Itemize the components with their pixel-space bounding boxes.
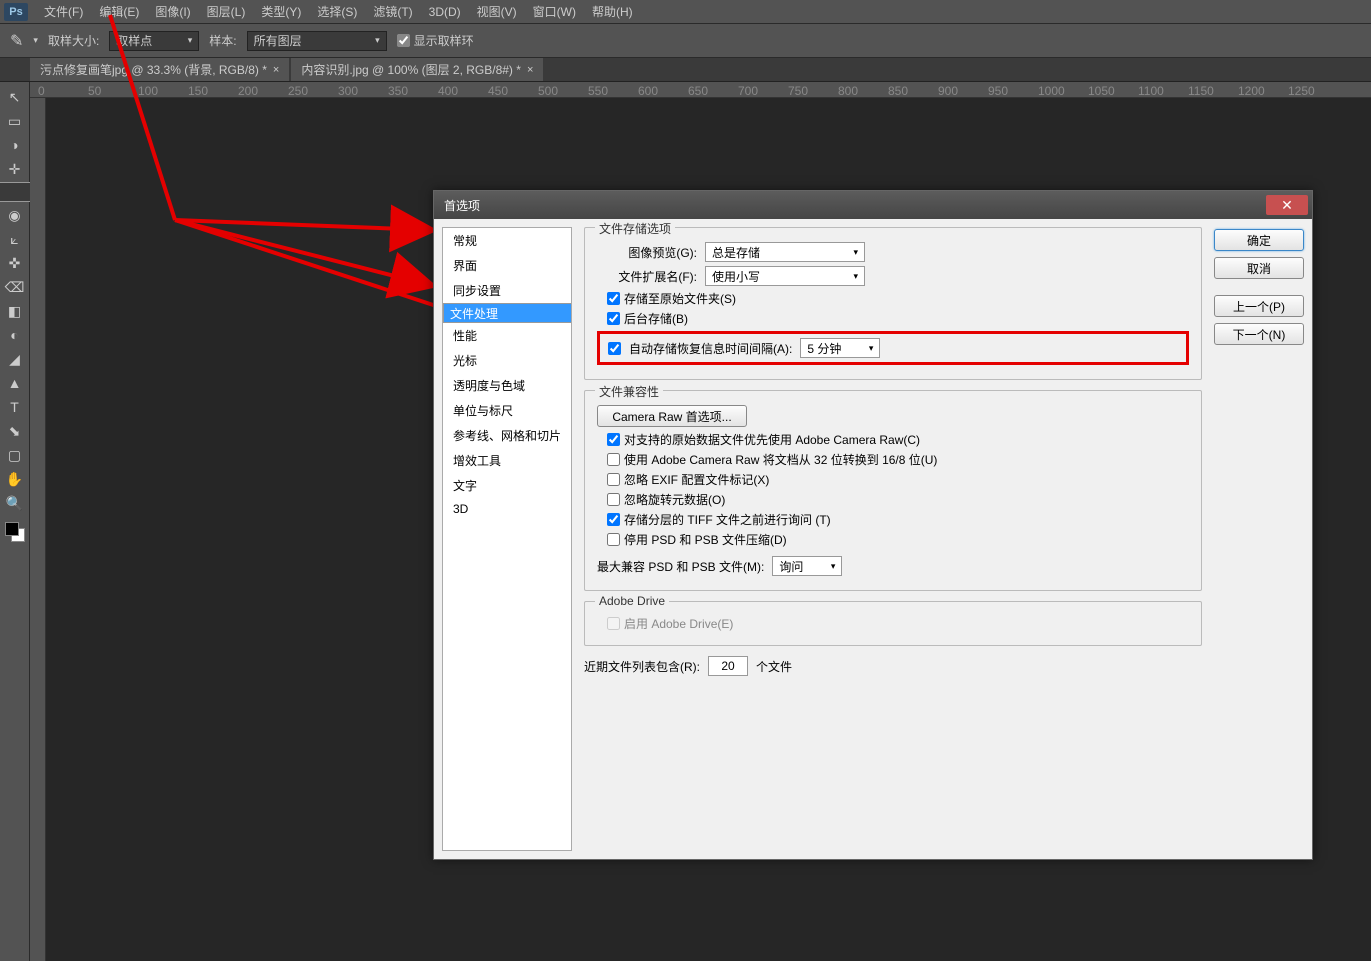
- cancel-button[interactable]: 取消: [1214, 257, 1304, 279]
- menu-view[interactable]: 视图(V): [469, 3, 525, 20]
- tool-lasso[interactable]: ◑: [3, 134, 27, 156]
- ignore-exif-checkbox[interactable]: 忽略 EXIF 配置文件标记(X): [607, 471, 1189, 488]
- image-preview-select[interactable]: 总是存储▾: [705, 242, 865, 262]
- file-ext-select[interactable]: 使用小写▾: [705, 266, 865, 286]
- close-icon[interactable]: ×: [273, 64, 279, 76]
- max-compat-select[interactable]: 询问▾: [772, 556, 842, 576]
- menu-file[interactable]: 文件(F): [36, 3, 91, 20]
- sidebar-item-performance[interactable]: 性能: [443, 323, 571, 348]
- ruler-vertical: [30, 98, 46, 961]
- sidebar-item-3d[interactable]: 3D: [443, 498, 571, 520]
- ignore-rotate-checkbox[interactable]: 忽略旋转元数据(O): [607, 491, 1189, 508]
- tool-crop[interactable]: ◉: [3, 204, 27, 226]
- sample-size-label: 取样大小:: [48, 32, 99, 49]
- max-compat-label: 最大兼容 PSD 和 PSB 文件(M):: [597, 558, 764, 575]
- disable-psd-checkbox[interactable]: 停用 PSD 和 PSB 文件压缩(D): [607, 531, 1189, 548]
- recent-files-input[interactable]: [708, 656, 748, 676]
- menu-layer[interactable]: 图层(L): [199, 3, 254, 20]
- menu-filter[interactable]: 滤镜(T): [365, 3, 420, 20]
- tool-eraser[interactable]: ⌫: [3, 276, 27, 298]
- show-ring-checkbox[interactable]: 显示取样环: [397, 32, 474, 49]
- tool-path[interactable]: ⬊: [3, 420, 27, 442]
- auto-save-label: 自动存储恢复信息时间间隔(A):: [629, 340, 792, 357]
- file-ext-label: 文件扩展名(F):: [597, 268, 697, 285]
- sample-select[interactable]: 所有图层▾: [247, 31, 387, 51]
- toolbox: ↖ ▭ ◑ ✛ ✎ ◉ ⟀ ✜ ⌫ ◧ ◐ ◢ ▲ T ⬊ ▢ ✋ 🔍: [0, 82, 30, 961]
- sidebar-item-transparency[interactable]: 透明度与色域: [443, 373, 571, 398]
- menu-window[interactable]: 窗口(W): [525, 3, 584, 20]
- tool-hand[interactable]: ✋: [3, 468, 27, 490]
- group-title: 文件存储选项: [595, 220, 675, 237]
- next-button[interactable]: 下一个(N): [1214, 323, 1304, 345]
- ask-tiff-checkbox[interactable]: 存储分层的 TIFF 文件之前进行询问 (T): [607, 511, 1189, 528]
- sidebar-item-sync[interactable]: 同步设置: [443, 278, 571, 303]
- menu-image[interactable]: 图像(I): [147, 3, 198, 20]
- tool-marquee[interactable]: ▭: [3, 110, 27, 132]
- tool-text[interactable]: T: [3, 396, 27, 418]
- document-tabs: 污点修复画笔jpg @ 33.3% (背景, RGB/8) *× 内容识别.jp…: [0, 58, 1371, 82]
- bg-save-checkbox[interactable]: 后台存储(B): [607, 310, 1189, 327]
- tool-dodge[interactable]: ◢: [3, 348, 27, 370]
- tool-stamp[interactable]: ✜: [3, 252, 27, 274]
- color-swatch[interactable]: [5, 522, 25, 542]
- sidebar-item-units[interactable]: 单位与标尺: [443, 398, 571, 423]
- ruler-horizontal: 0 50 100 150 200 250 300 350 400 450 500…: [30, 82, 1371, 98]
- prefs-sidebar: 常规 界面 同步设置 文件处理 性能 光标 透明度与色域 单位与标尺 参考线、网…: [442, 227, 572, 851]
- recent-files-label: 近期文件列表包含(R):: [584, 658, 700, 675]
- dialog-title: 首选项: [444, 197, 480, 214]
- dialog-titlebar[interactable]: 首选项 ✕: [434, 191, 1312, 219]
- group-file-save: 文件存储选项 图像预览(G): 总是存储▾ 文件扩展名(F): 使用小写▾ 存储…: [584, 227, 1202, 380]
- tool-zoom[interactable]: 🔍: [3, 492, 27, 514]
- sample-size-select[interactable]: 取样点▾: [109, 31, 199, 51]
- sidebar-item-interface[interactable]: 界面: [443, 253, 571, 278]
- app-logo: Ps: [4, 3, 28, 21]
- sidebar-item-text[interactable]: 文字: [443, 473, 571, 498]
- menu-type[interactable]: 类型(Y): [253, 3, 309, 20]
- sample-label: 样本:: [209, 32, 236, 49]
- recent-files-suffix: 个文件: [756, 658, 792, 675]
- menu-3d[interactable]: 3D(D): [421, 5, 469, 19]
- options-bar: ✎ ▾ 取样大小: 取样点▾ 样本: 所有图层▾ 显示取样环: [0, 24, 1371, 58]
- sidebar-item-plugins[interactable]: 增效工具: [443, 448, 571, 473]
- group-title: 文件兼容性: [595, 383, 663, 400]
- close-button[interactable]: ✕: [1266, 195, 1308, 215]
- doc-tab-2[interactable]: 内容识别.jpg @ 100% (图层 2, RGB/8#) *×: [291, 58, 543, 81]
- menubar: Ps 文件(F) 编辑(E) 图像(I) 图层(L) 类型(Y) 选择(S) 滤…: [0, 0, 1371, 24]
- menu-edit[interactable]: 编辑(E): [91, 3, 147, 20]
- sidebar-item-filehandling[interactable]: 文件处理: [443, 303, 572, 323]
- tool-move[interactable]: ↖: [3, 86, 27, 108]
- eyedropper-icon: ✎: [10, 31, 23, 51]
- doc-tab-1[interactable]: 污点修复画笔jpg @ 33.3% (背景, RGB/8) *×: [30, 58, 289, 81]
- tool-gradient[interactable]: ◧: [3, 300, 27, 322]
- cr-prefer-checkbox[interactable]: 对支持的原始数据文件优先使用 Adobe Camera Raw(C): [607, 431, 1189, 448]
- preferences-dialog: 首选项 ✕ 常规 界面 同步设置 文件处理 性能 光标 透明度与色域 单位与标尺…: [433, 190, 1313, 860]
- sidebar-item-guides[interactable]: 参考线、网格和切片: [443, 423, 571, 448]
- group-compatibility: 文件兼容性 Camera Raw 首选项... 对支持的原始数据文件优先使用 A…: [584, 390, 1202, 591]
- auto-save-checkbox[interactable]: [608, 342, 621, 355]
- group-title: Adobe Drive: [595, 594, 669, 608]
- sidebar-item-cursor[interactable]: 光标: [443, 348, 571, 373]
- auto-save-row: 自动存储恢复信息时间间隔(A): 5 分钟▾: [597, 331, 1189, 365]
- auto-save-interval-select[interactable]: 5 分钟▾: [800, 338, 880, 358]
- menu-help[interactable]: 帮助(H): [584, 3, 641, 20]
- tool-wand[interactable]: ✛: [3, 158, 27, 180]
- save-orig-checkbox[interactable]: 存储至原始文件夹(S): [607, 290, 1189, 307]
- ok-button[interactable]: 确定: [1214, 229, 1304, 251]
- camera-raw-prefs-button[interactable]: Camera Raw 首选项...: [597, 405, 747, 427]
- cr-32to16-checkbox[interactable]: 使用 Adobe Camera Raw 将文档从 32 位转换到 16/8 位(…: [607, 451, 1189, 468]
- enable-drive-checkbox[interactable]: 启用 Adobe Drive(E): [607, 615, 1189, 632]
- tool-brush[interactable]: ⟀: [3, 228, 27, 250]
- image-preview-label: 图像预览(G):: [597, 244, 697, 261]
- tool-shape[interactable]: ▢: [3, 444, 27, 466]
- menu-select[interactable]: 选择(S): [309, 3, 365, 20]
- prev-button[interactable]: 上一个(P): [1214, 295, 1304, 317]
- close-icon[interactable]: ×: [527, 64, 533, 76]
- group-adobe-drive: Adobe Drive 启用 Adobe Drive(E): [584, 601, 1202, 646]
- sidebar-item-general[interactable]: 常规: [443, 228, 571, 253]
- tool-pen[interactable]: ▲: [3, 372, 27, 394]
- tool-blur[interactable]: ◐: [3, 324, 27, 346]
